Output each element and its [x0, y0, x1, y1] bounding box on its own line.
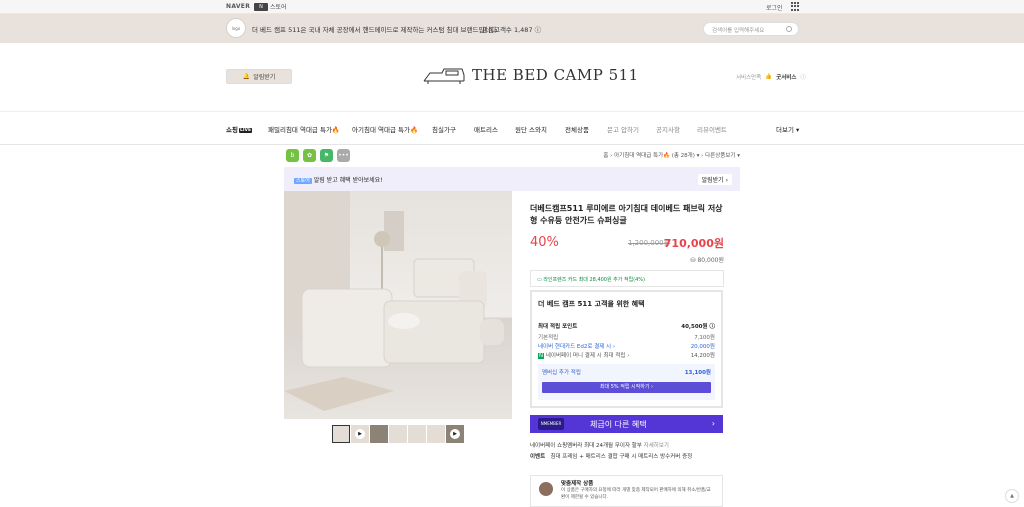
store-profile-logo[interactable]: logo	[226, 18, 246, 38]
breadcrumb: 홈 › 아기침대 역대급 특가🔥 (총 28개) ▾ › 다른상품보기 ▾	[603, 153, 740, 159]
card-icon: ▭	[537, 277, 542, 283]
blog-share-icon[interactable]: b	[286, 149, 299, 162]
details-link[interactable]: 자세히보기	[644, 443, 669, 449]
membership-logo: NMEMBER	[538, 418, 564, 430]
talk-share-icon[interactable]: ✿	[303, 149, 316, 162]
price-row: 40% 1,200,000원 710,000원	[530, 235, 724, 253]
info-icon: ⓘ	[534, 26, 542, 34]
login-link[interactable]: 로그인	[766, 3, 783, 12]
thumbnail[interactable]	[408, 425, 426, 443]
benefit-row[interactable]: 네이버 현대카드 Ed2로 결제 시 › 20,000원	[538, 342, 715, 350]
nav-notice[interactable]: 공지사항	[656, 124, 680, 134]
product-main-image[interactable]: BEST	[284, 191, 512, 419]
app-grid-icon[interactable]	[791, 2, 800, 11]
bed-logo-icon	[423, 68, 465, 84]
nav-more[interactable]: 더보기 ▾	[776, 124, 799, 134]
store-search-input[interactable]: 검색어를 입력해주세요	[703, 22, 799, 36]
thumbs-up-icon: 👍	[765, 74, 773, 80]
thumbnail[interactable]: ▶	[351, 425, 369, 443]
thumbnail[interactable]	[427, 425, 445, 443]
chevron-right-icon: ›	[711, 419, 715, 428]
store-description: 더 베드 캠프 511은 국내 자체 공장에서 핸드메이드로 제작하는 커스텀 …	[252, 26, 499, 34]
thumbnail-strip: ▶ ▶	[332, 425, 464, 443]
brand-logo[interactable]: THE BED CAMP 511	[422, 65, 639, 85]
naver-logo[interactable]: NAVER	[226, 3, 250, 10]
scroll-top-button[interactable]: ▲	[1005, 489, 1019, 503]
help-icon: ⓘ	[709, 324, 715, 330]
store-brand-bar: logo 더 베드 캠프 511은 국내 자체 공장에서 핸드메이드로 제작하는…	[0, 14, 1024, 43]
category-nav: 쇼핑 LIVE 패밀리침대 역대급 특가🔥 아기침대 역대급 특가🔥 침실가구 매…	[0, 112, 1024, 145]
card-benefit[interactable]: ▭ 라인프렌즈 카드 최대 28,400원 추가 적립(4%)	[530, 270, 724, 287]
service-rating[interactable]: 서비스만족 👍 굿서비스 ⓘ	[736, 73, 806, 81]
points-info: ⛁ 80,000원	[690, 257, 724, 264]
discount-rate: 40%	[530, 235, 559, 250]
nav-family-bed[interactable]: 패밀리침대 역대급 특가🔥	[268, 124, 340, 134]
nav-all-products[interactable]: 전체상품	[565, 124, 589, 134]
notify-button[interactable]: 🔔 알림받기	[226, 69, 292, 84]
membership-start-button[interactable]: 최대 5% 적립 시작하기 ›	[542, 382, 711, 393]
sale-price: 710,000원	[663, 237, 724, 250]
bell-icon: 🔔	[242, 73, 251, 80]
bookmark-share-icon[interactable]: ⚑	[320, 149, 333, 162]
product-info: 더베드캠프511 루미에르 아기침대 데이베드 패브릭 저상형 수유등 안전가드…	[530, 203, 724, 287]
membership-box: 멤버십 추가 적립 13,100원 최대 5% 적립 시작하기 ›	[538, 364, 715, 400]
top-utility-bar: NAVER N 스토어 로그인	[0, 0, 1024, 14]
nav-fabric-swatch[interactable]: 원단 스와치	[515, 124, 547, 134]
benefit-row: 기본적립 7,100원	[538, 335, 715, 341]
naverpay-icon: N	[538, 353, 545, 359]
benefit-title: 더 베드 캠프 511 고객을 위한 혜택	[538, 300, 645, 308]
product-title: 더베드캠프511 루미에르 아기침대 데이베드 패브릭 저상형 수유등 안전가드…	[530, 204, 723, 225]
thumbnail[interactable]	[389, 425, 407, 443]
membership-label: 멤버십 추가 적립	[542, 370, 581, 376]
membership-value: 13,100원	[684, 370, 711, 376]
nav-info[interactable]: 문고 압하기	[607, 124, 639, 134]
help-icon: ⓘ	[800, 75, 806, 81]
store-header: 🔔 알림받기 THE BED CAMP 511 서비스만족 👍 굿서비스 ⓘ	[0, 43, 1024, 112]
nav-mattress[interactable]: 매트리스	[474, 124, 498, 134]
more-share-icon[interactable]: •••	[337, 149, 350, 162]
nav-baby-bed[interactable]: 아기침대 역대급 특가🔥	[352, 124, 418, 134]
naver-store-tag: 스토어	[294, 178, 312, 184]
store-label: 스토어	[270, 4, 287, 11]
nav-shoplive[interactable]: 쇼핑 LIVE	[226, 124, 253, 134]
benefit-box: 더 베드 캠프 511 고객을 위한 혜택 최대 적립 포인트 40,500원 ⓘ…	[530, 290, 723, 408]
breadcrumb-home[interactable]: 홈	[603, 153, 608, 159]
notification-banner[interactable]: 스토어 알림 받고 혜택 받아보세요! 알림받기 ›	[284, 167, 740, 191]
payment-notes: 네이버페이 쇼핑멤버라 최대 24개월 무이자 할부 자세히보기 이벤트 침대 …	[530, 443, 693, 460]
play-icon: ▶	[355, 429, 365, 439]
naver-store-icon: N	[254, 2, 268, 11]
membership-promo-banner[interactable]: NMEMBER 체급이 다른 혜택 ›	[530, 415, 723, 433]
thumbnail[interactable]	[332, 425, 350, 443]
breadcrumb-more[interactable]: 다른상품보기	[705, 153, 735, 159]
benefit-row[interactable]: N 네이버페이 머니 결제 시 최대 적립 › 14,200원	[538, 351, 715, 359]
nav-bedroom-furniture[interactable]: 침실가구	[432, 124, 456, 134]
coin-icon: ⛁	[690, 257, 696, 264]
play-icon: ▶	[450, 429, 460, 439]
store-link[interactable]: N 스토어	[254, 2, 287, 11]
nav-review-event[interactable]: 리뷰이벤트	[697, 124, 727, 134]
share-buttons: b ✿ ⚑ •••	[286, 149, 350, 162]
interest-count[interactable]: 관심고객수 1,487 ⓘ	[482, 24, 541, 34]
benefit-row: 최대 적립 포인트 40,500원 ⓘ	[538, 324, 715, 330]
banner-alarm-button[interactable]: 알림받기 ›	[697, 174, 732, 185]
thumbnail[interactable]: ▶	[446, 425, 464, 443]
banner-text: 알림 받고 혜택 받아보세요!	[313, 177, 383, 184]
thumbnail[interactable]	[370, 425, 388, 443]
product-page: b ✿ ⚑ ••• 홈 › 아기침대 역대급 특가🔥 (총 28개) ▾ › 다…	[284, 145, 740, 507]
search-icon[interactable]	[786, 26, 792, 32]
breadcrumb-category[interactable]: 아기침대 역대급 특가🔥 (총 28개)	[614, 153, 695, 159]
custom-order-icon	[539, 482, 553, 496]
custom-order-notice: 맞춤제작 상품 이 상품은 구매자의 요청에 따라 개별 맞춤 제작되어 판매자…	[530, 475, 723, 507]
